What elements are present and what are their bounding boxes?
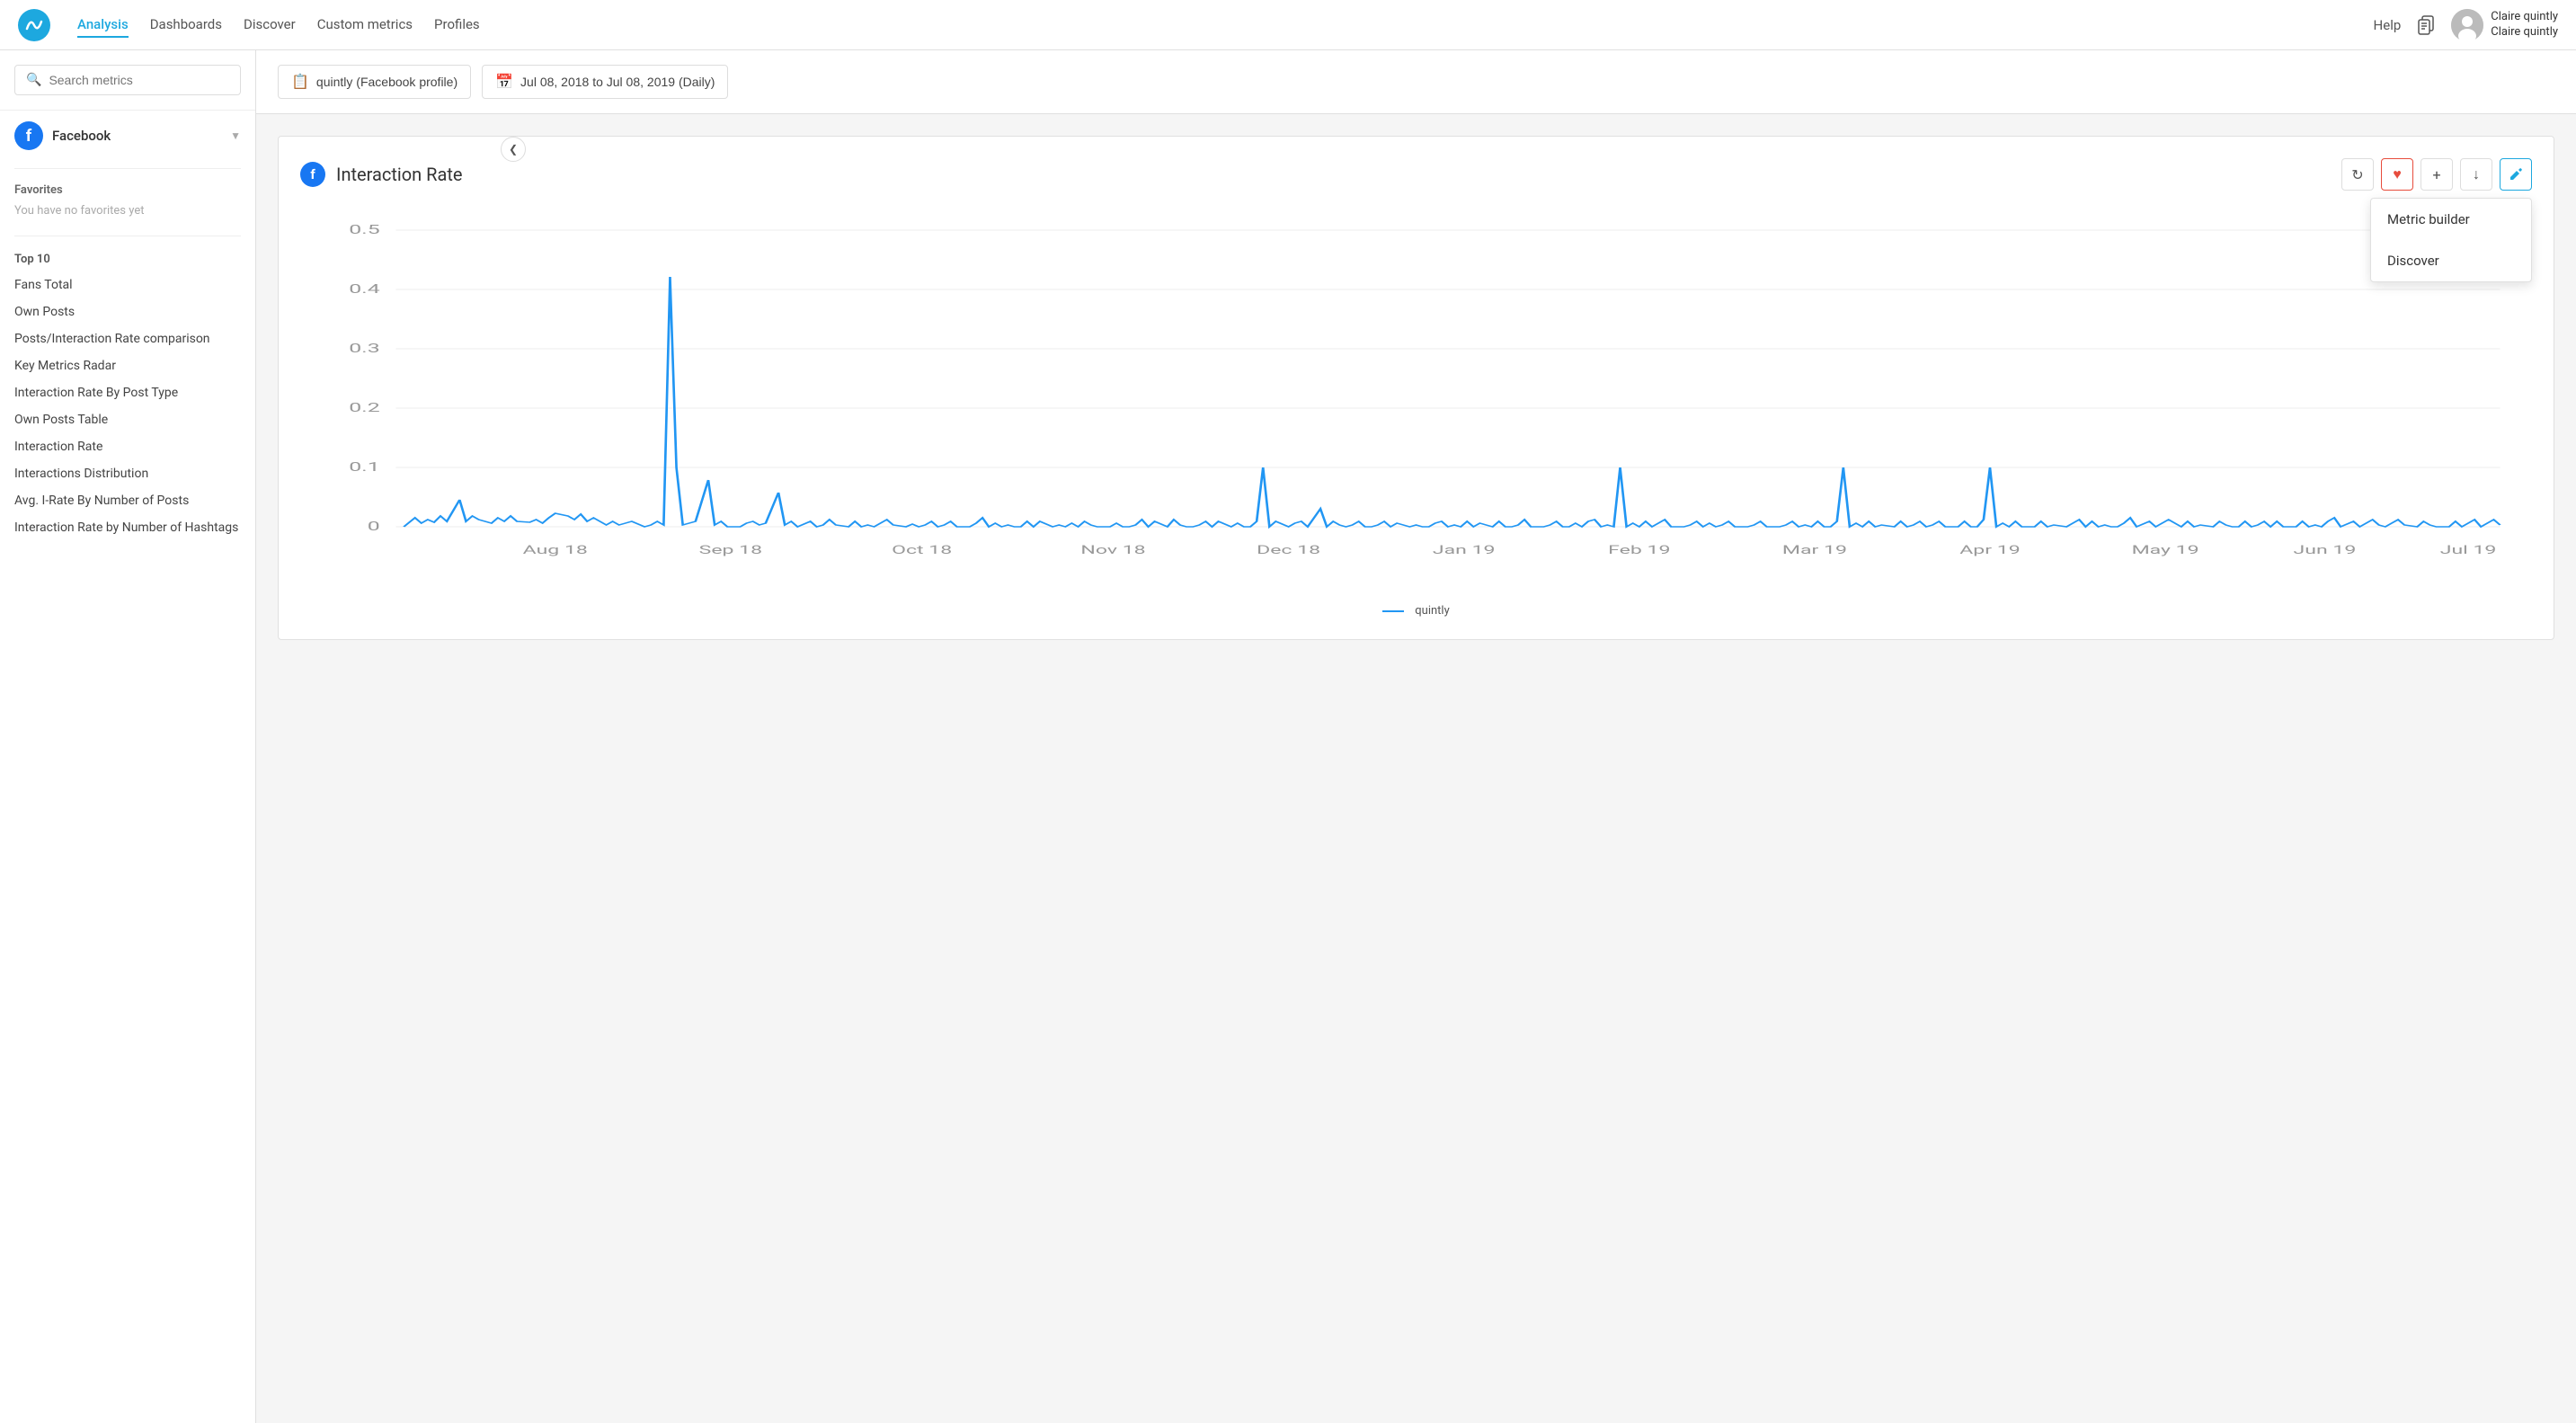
sidebar-item-own-posts[interactable]: Own Posts (0, 298, 255, 325)
download-button[interactable]: ↓ (2460, 158, 2492, 191)
sidebar-item-fans-total[interactable]: Fans Total (0, 271, 255, 298)
legend-line (1382, 610, 1404, 612)
nav-profiles[interactable]: Profiles (434, 13, 480, 38)
svg-text:Feb 19: Feb 19 (1608, 543, 1670, 556)
sidebar-item-key-metrics-radar[interactable]: Key Metrics Radar (0, 352, 255, 379)
search-input[interactable] (49, 73, 229, 87)
svg-text:0: 0 (368, 519, 380, 534)
sidebar-item-avg-irate[interactable]: Avg. I-Rate By Number of Posts (0, 487, 255, 514)
topnav: Analysis Dashboards Discover Custom metr… (0, 0, 2576, 50)
svg-text:Jan 19: Jan 19 (1433, 543, 1496, 556)
user-menu[interactable]: Claire quintly Claire quintly (2451, 9, 2558, 41)
svg-text:0.4: 0.4 (349, 281, 379, 297)
sidebar-item-interactions-distribution[interactable]: Interactions Distribution (0, 460, 255, 487)
svg-text:Nov 18: Nov 18 (1080, 543, 1145, 556)
profile-selector[interactable]: 📋 quintly (Facebook profile) (278, 65, 471, 99)
refresh-button[interactable]: ↻ (2341, 158, 2374, 191)
discover-option[interactable]: Discover (2371, 240, 2531, 281)
date-label: Jul 08, 2018 to Jul 08, 2019 (Daily) (520, 75, 715, 89)
chart-header: f Interaction Rate ↻ ♥ + ↓ Metric builde… (300, 158, 2532, 191)
collapse-sidebar-button[interactable]: ❮ (501, 137, 526, 162)
profile-icon: 📋 (291, 73, 309, 91)
svg-text:0.1: 0.1 (349, 459, 379, 475)
username: Claire quintly Claire quintly (2491, 10, 2558, 40)
help-link[interactable]: Help (2374, 17, 2402, 33)
chart-actions: ↻ ♥ + ↓ Metric builder Discover (2341, 158, 2532, 191)
add-button[interactable]: + (2421, 158, 2453, 191)
svg-text:Jun 19: Jun 19 (2294, 543, 2357, 556)
svg-text:Apr 19: Apr 19 (1959, 543, 2020, 556)
chevron-down-icon: ▼ (230, 129, 241, 142)
layout: 🔍 f Facebook ▼ Favorites You have no fav… (0, 50, 2576, 1423)
date-selector[interactable]: 📅 Jul 08, 2018 to Jul 08, 2019 (Daily) (482, 65, 728, 99)
svg-text:Oct 18: Oct 18 (892, 543, 952, 556)
svg-text:Aug 18: Aug 18 (523, 543, 588, 556)
sidebar-item-interaction-rate[interactable]: Interaction Rate (0, 433, 255, 460)
metric-builder-option[interactable]: Metric builder (2371, 199, 2531, 240)
sidebar-item-interaction-by-post-type[interactable]: Interaction Rate By Post Type (0, 379, 255, 406)
svg-text:May 19: May 19 (2132, 543, 2199, 556)
facebook-platform[interactable]: f Facebook ▼ (0, 110, 255, 161)
favorites-label: Favorites (0, 176, 255, 200)
sidebar-items-list: Fans Total Own Posts Posts/Interaction R… (0, 271, 255, 541)
search-container: 🔍 (14, 65, 241, 95)
nav-custom-metrics[interactable]: Custom metrics (317, 13, 413, 38)
calendar-icon: 📅 (495, 73, 513, 91)
legend-label: quintly (1415, 604, 1449, 618)
search-icon: 🔍 (26, 73, 41, 87)
nav-analysis[interactable]: Analysis (77, 13, 129, 38)
platform-label: Facebook (52, 128, 221, 144)
chart-svg-wrapper: 0.5 0.4 0.3 0.2 0.1 0 Aug 18 Sep 18 Oct … (300, 212, 2532, 593)
svg-text:0.5: 0.5 (349, 222, 379, 237)
main-content: 📋 quintly (Facebook profile) 📅 Jul 08, 2… (256, 50, 2576, 1423)
main-toolbar: 📋 quintly (Facebook profile) 📅 Jul 08, 2… (256, 50, 2576, 114)
svg-text:0.2: 0.2 (349, 400, 379, 415)
svg-text:Dec 18: Dec 18 (1257, 543, 1320, 556)
sidebar-item-own-posts-table[interactable]: Own Posts Table (0, 406, 255, 433)
chart-legend: quintly (300, 604, 2532, 618)
nav-dashboards[interactable]: Dashboards (150, 13, 222, 38)
svg-text:Sep 18: Sep 18 (699, 543, 762, 556)
edit-button[interactable] (2500, 158, 2532, 191)
chart-dropdown-menu: Metric builder Discover (2370, 198, 2532, 282)
topnav-right: Help Claire quintly Claire quintly (2374, 9, 2558, 41)
favorite-button[interactable]: ♥ (2381, 158, 2413, 191)
logo[interactable] (18, 9, 50, 41)
chart-container: f Interaction Rate ↻ ♥ + ↓ Metric builde… (278, 136, 2554, 640)
svg-text:0.3: 0.3 (349, 341, 379, 356)
svg-text:Jul 19: Jul 19 (2440, 543, 2497, 556)
sidebar-item-ir-hashtags[interactable]: Interaction Rate by Number of Hashtags (0, 514, 255, 541)
profile-label: quintly (Facebook profile) (316, 75, 457, 89)
interaction-rate-chart: 0.5 0.4 0.3 0.2 0.1 0 Aug 18 Sep 18 Oct … (300, 212, 2532, 590)
chart-title: Interaction Rate (336, 164, 463, 185)
nav-discover[interactable]: Discover (244, 13, 296, 38)
facebook-icon: f (14, 121, 43, 150)
clipboard-icon[interactable] (2415, 14, 2437, 36)
sidebar-item-posts-interaction[interactable]: Posts/Interaction Rate comparison (0, 325, 255, 352)
nav-links: Analysis Dashboards Discover Custom metr… (77, 13, 2347, 38)
top10-label: Top 10 (0, 244, 255, 271)
avatar (2451, 9, 2483, 41)
sidebar-divider-1 (14, 168, 241, 169)
sidebar: 🔍 f Facebook ▼ Favorites You have no fav… (0, 50, 256, 1423)
svg-text:Mar 19: Mar 19 (1782, 543, 1847, 556)
favorites-empty: You have no favorites yet (0, 200, 255, 228)
chart-fb-icon: f (300, 162, 325, 187)
search-wrap: 🔍 (0, 65, 255, 110)
